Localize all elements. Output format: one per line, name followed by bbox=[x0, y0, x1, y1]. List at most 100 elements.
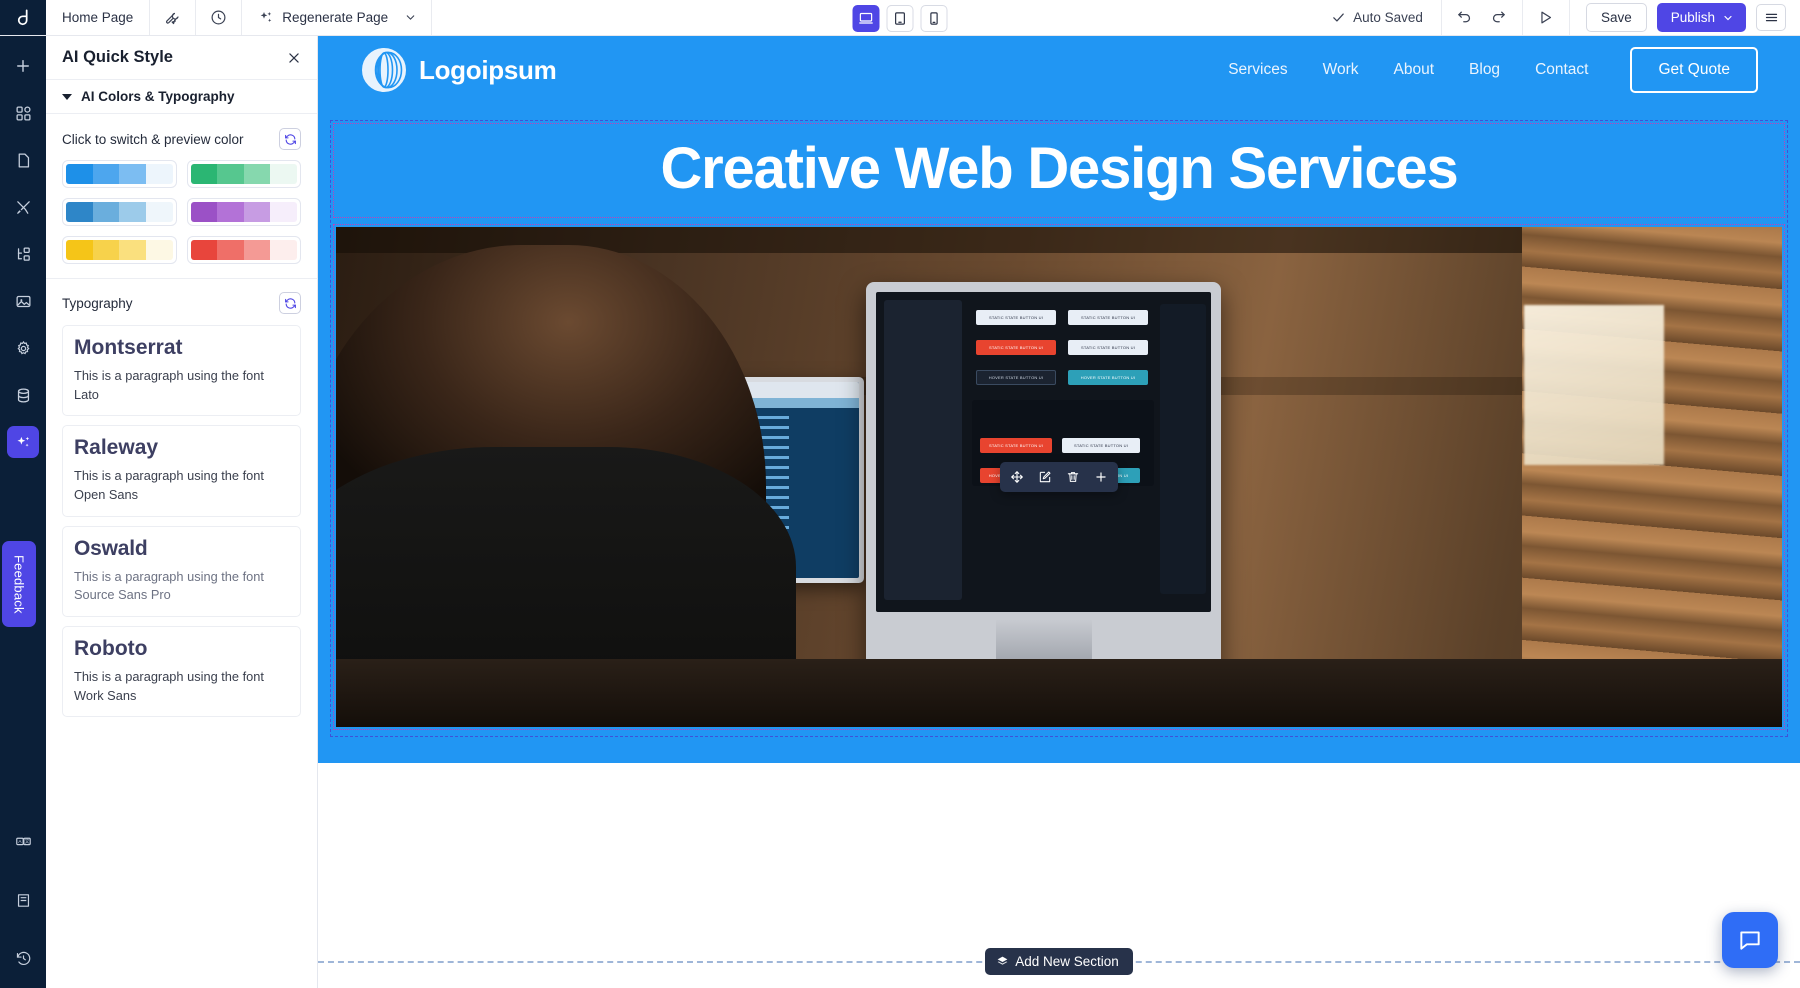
rail-item-history[interactable] bbox=[7, 942, 39, 974]
publish-actions: Save Publish bbox=[1570, 0, 1800, 35]
add-new-section-label: Add New Section bbox=[1015, 954, 1119, 969]
palette-color-chip bbox=[190, 164, 218, 184]
rail-item-design[interactable] bbox=[7, 191, 39, 223]
refresh-colors-icon[interactable] bbox=[279, 128, 301, 150]
site-nav-link-blog[interactable]: Blog bbox=[1469, 61, 1500, 79]
palette-color-chip bbox=[145, 164, 173, 184]
rail-item-add[interactable] bbox=[7, 50, 39, 82]
rail-item-settings[interactable] bbox=[7, 332, 39, 364]
site-logo-text: Logoipsum bbox=[419, 54, 557, 85]
wrench-icon[interactable] bbox=[150, 0, 197, 35]
palette-color-chip bbox=[119, 240, 146, 260]
typography-section-header: Typography bbox=[46, 279, 317, 325]
save-button[interactable]: Save bbox=[1585, 3, 1647, 32]
palette-color-chip bbox=[243, 164, 271, 184]
typography-options-list: Montserrat This is a paragraph using the … bbox=[46, 325, 317, 718]
autosaved-status: Auto Saved bbox=[1313, 0, 1442, 35]
panel-body: Click to switch & preview color Typograp… bbox=[46, 114, 317, 988]
regenerate-page-button[interactable]: Regenerate Page bbox=[242, 0, 433, 35]
rail-item-structure[interactable] bbox=[7, 238, 39, 270]
site-nav-link-services[interactable]: Services bbox=[1228, 61, 1287, 79]
hamburger-menu-icon[interactable] bbox=[1756, 4, 1786, 31]
color-palette-blue[interactable] bbox=[62, 160, 177, 188]
refresh-typography-icon[interactable] bbox=[279, 292, 301, 314]
edit-pencil-icon[interactable] bbox=[1032, 465, 1058, 489]
regenerate-page-label: Regenerate Page bbox=[282, 10, 389, 25]
viewport-toggle-group bbox=[852, 0, 948, 36]
rail-item-ai-quick-style[interactable] bbox=[7, 426, 39, 458]
add-new-section-button[interactable]: Add New Section bbox=[985, 948, 1133, 975]
palette-color-chip bbox=[92, 240, 120, 260]
publish-button[interactable]: Publish bbox=[1656, 3, 1746, 32]
rail-item-media[interactable] bbox=[7, 285, 39, 317]
top-toolbar: Home Page Regenerate Page Auto Saved Sav… bbox=[0, 0, 1800, 36]
toolbar-right-group: Auto Saved Save Publish bbox=[1313, 0, 1800, 35]
feedback-button[interactable]: Feedback bbox=[2, 541, 36, 627]
typography-heading-sample: Oswald bbox=[74, 536, 148, 560]
undo-icon[interactable] bbox=[1448, 9, 1482, 26]
ai-colors-typography-section-header[interactable]: AI Colors & Typography bbox=[46, 80, 317, 114]
palette-color-chip bbox=[190, 202, 218, 222]
site-nav-link-work[interactable]: Work bbox=[1323, 61, 1359, 79]
typography-option-oswald[interactable]: Oswald This is a paragraph using the font… bbox=[62, 525, 301, 617]
typography-paragraph-sample: This is a paragraph using the font Open … bbox=[74, 468, 264, 503]
typography-label: Typography bbox=[62, 295, 133, 311]
rail-item-database[interactable] bbox=[7, 379, 39, 411]
left-icon-rail: Feedback A 文 bbox=[0, 36, 46, 988]
app-body: Feedback A 文 AI Quick Style AI Colors & … bbox=[0, 36, 1800, 988]
typography-option-raleway[interactable]: Raleway This is a paragraph using the fon… bbox=[62, 425, 301, 517]
typography-option-montserrat[interactable]: Montserrat This is a paragraph using the … bbox=[62, 325, 301, 417]
typography-heading-sample: Raleway bbox=[74, 436, 159, 460]
hero-title-block[interactable]: Creative Web Design Services bbox=[333, 123, 1785, 218]
color-section-label: Click to switch & preview color bbox=[62, 131, 244, 147]
rail-item-docs[interactable] bbox=[7, 884, 39, 916]
palette-color-chip bbox=[145, 202, 173, 222]
plus-icon[interactable] bbox=[1088, 465, 1114, 489]
rail-item-translate[interactable]: A 文 bbox=[7, 826, 39, 858]
typography-option-roboto[interactable]: Roboto This is a paragraph using the font… bbox=[62, 625, 301, 718]
palette-color-chip bbox=[217, 240, 244, 260]
play-preview-icon[interactable] bbox=[1529, 9, 1563, 26]
app-root: Home Page Regenerate Page Auto Saved Sav… bbox=[0, 0, 1800, 988]
close-icon[interactable] bbox=[287, 51, 301, 65]
page-name-label: Home Page bbox=[62, 10, 134, 25]
hero-image-block[interactable]: STATIC STATE BUTTON UI STATIC STATE BUTT… bbox=[333, 223, 1785, 730]
palette-color-chip bbox=[119, 202, 146, 222]
color-palette-steel-blue[interactable] bbox=[62, 198, 177, 226]
rail-item-templates[interactable] bbox=[7, 97, 39, 129]
color-palette-yellow[interactable] bbox=[62, 236, 177, 264]
get-quote-button[interactable]: Get Quote bbox=[1630, 47, 1758, 93]
color-palette-purple[interactable] bbox=[186, 198, 301, 226]
site-nav-link-about[interactable]: About bbox=[1394, 61, 1435, 79]
typography-heading-sample: Montserrat bbox=[74, 336, 183, 359]
palette-color-chip bbox=[92, 202, 120, 222]
move-arrows-icon[interactable] bbox=[1004, 465, 1030, 489]
redo-icon[interactable] bbox=[1482, 9, 1516, 26]
trash-icon[interactable] bbox=[1060, 465, 1086, 489]
typography-paragraph-sample: This is a paragraph using the font Lato bbox=[74, 368, 264, 402]
chevron-down-icon[interactable] bbox=[404, 11, 417, 24]
layers-icon bbox=[996, 955, 1009, 968]
photo-window-light bbox=[1524, 304, 1664, 465]
viewport-mobile-button[interactable] bbox=[920, 4, 948, 32]
site-logo[interactable]: Logoipsum bbox=[362, 48, 557, 92]
ai-quick-style-panel: AI Quick Style AI Colors & Typography Cl… bbox=[46, 36, 318, 988]
palette-color-chip bbox=[119, 164, 146, 184]
clock-history-icon[interactable] bbox=[196, 0, 243, 35]
site-nav-link-contact[interactable]: Contact bbox=[1535, 61, 1588, 79]
color-palette-red[interactable] bbox=[186, 236, 301, 264]
app-logo-icon[interactable] bbox=[0, 0, 46, 35]
rail-item-pages[interactable] bbox=[7, 144, 39, 176]
color-palette-green[interactable] bbox=[186, 160, 301, 188]
chat-bubble-icon[interactable] bbox=[1722, 912, 1778, 968]
panel-title: AI Quick Style bbox=[62, 48, 173, 66]
viewport-tablet-button[interactable] bbox=[886, 4, 914, 32]
site-navbar: Logoipsum Services Work About Blog Contact G… bbox=[318, 36, 1800, 104]
chevron-down-icon bbox=[1722, 12, 1734, 24]
photo-wood-slats bbox=[1522, 226, 1782, 727]
typography-paragraph-sample: This is a paragraph using the font Work … bbox=[74, 669, 264, 703]
hero-title: Creative Web Design Services bbox=[660, 136, 1458, 201]
site-nav-links: Services Work About Blog Contact bbox=[1228, 61, 1588, 79]
viewport-desktop-button[interactable] bbox=[852, 4, 880, 32]
page-name-button[interactable]: Home Page bbox=[46, 0, 151, 35]
